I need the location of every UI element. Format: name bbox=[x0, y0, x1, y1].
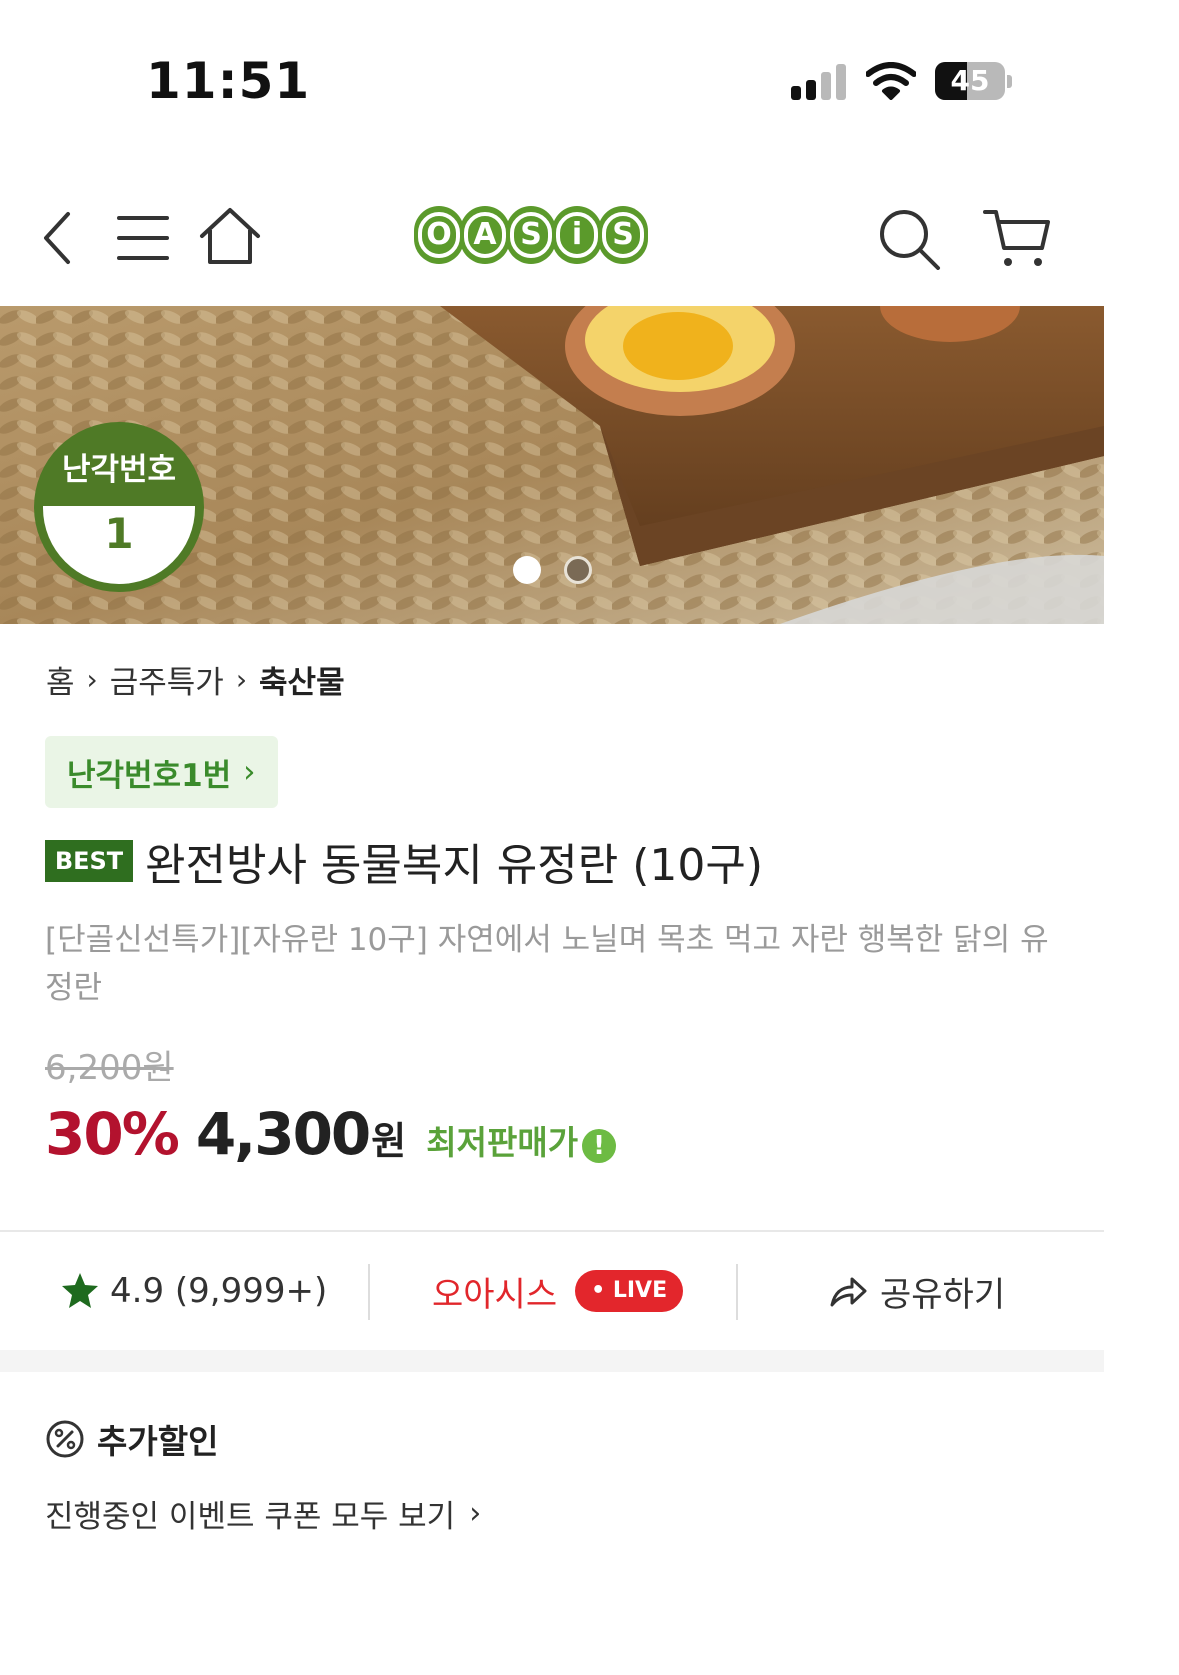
original-price: 6,200원 bbox=[45, 1048, 174, 1088]
best-badge: BEST bbox=[45, 840, 133, 882]
price-row: 30% 4,300 원 최저판매가 ! bbox=[45, 1100, 617, 1180]
star-icon bbox=[62, 1273, 98, 1308]
breadcrumb-separator: › bbox=[86, 662, 98, 696]
lowest-price-label: 최저판매가 bbox=[426, 1123, 579, 1162]
app-header: O A S i S bbox=[0, 170, 1104, 306]
currency-unit: 원 bbox=[371, 1119, 407, 1163]
logo-letter: S bbox=[602, 212, 644, 258]
vertical-divider bbox=[368, 1264, 370, 1320]
back-icon[interactable] bbox=[36, 206, 80, 270]
share-label: 공유하기 bbox=[880, 1274, 1006, 1315]
oasis-live-label: 오아시스 bbox=[432, 1274, 558, 1315]
shell-number-category-tag[interactable]: 난각번호1번 › bbox=[45, 736, 278, 808]
extra-discount-header: 추가할인 bbox=[45, 1414, 218, 1464]
logo-letter: O bbox=[418, 212, 460, 258]
oasis-logo[interactable]: O A S i S bbox=[414, 206, 692, 266]
status-time: 11:51 bbox=[146, 52, 311, 110]
breadcrumb-home[interactable]: 홈 bbox=[46, 657, 75, 702]
product-title-row: BEST 완전방사 동물복지 유정란 (10구) bbox=[45, 826, 763, 896]
shell-number-badge: 난각번호 1 bbox=[34, 422, 204, 592]
share-button[interactable]: 공유하기 bbox=[828, 1232, 1005, 1350]
breadcrumb-current[interactable]: 축산물 bbox=[259, 657, 345, 702]
share-icon bbox=[830, 1277, 867, 1307]
battery-percent: 45 bbox=[950, 64, 990, 97]
percent-icon bbox=[46, 1420, 84, 1458]
breadcrumb-weekly-deals[interactable]: 금주특가 bbox=[110, 657, 224, 702]
carousel-dot-active[interactable] bbox=[513, 556, 541, 584]
action-bar: 4.9 (9,999+) 오아시스 • LIVE 공유하기 bbox=[0, 1232, 1104, 1350]
cellular-signal-icon bbox=[791, 64, 851, 100]
menu-icon[interactable] bbox=[116, 206, 170, 270]
carousel-dot[interactable] bbox=[564, 556, 592, 584]
product-image-carousel[interactable]: 난각번호 1 bbox=[0, 306, 1104, 624]
discount-rate: 30% bbox=[45, 1100, 180, 1168]
rating-summary[interactable]: 4.9 (9,999+) bbox=[60, 1232, 327, 1350]
product-title: 완전방사 동물복지 유정란 (10구) bbox=[145, 840, 764, 891]
shell-number-value: 1 bbox=[43, 506, 195, 584]
chevron-right-icon: › bbox=[469, 1495, 482, 1531]
status-bar: 11:51 45 bbox=[0, 0, 1104, 160]
vertical-divider bbox=[736, 1264, 738, 1320]
breadcrumb: 홈 › 금주특가 › 축산물 bbox=[46, 656, 345, 702]
logo-letter: i bbox=[556, 212, 598, 258]
chevron-right-icon: › bbox=[243, 754, 256, 790]
live-badge: • LIVE bbox=[575, 1270, 684, 1312]
section-gap bbox=[0, 1350, 1104, 1372]
extra-discount-title: 추가할인 bbox=[97, 1422, 219, 1461]
wifi-icon bbox=[866, 62, 916, 100]
breadcrumb-separator: › bbox=[235, 662, 248, 696]
view-all-event-coupons-link[interactable]: 진행중인 이벤트 쿠폰 모두 보기 › bbox=[45, 1490, 481, 1536]
logo-letter: S bbox=[510, 212, 552, 258]
product-description: [단골신선특가][자유란 10구] 자연에서 노닐며 목초 먹고 자란 행복한 … bbox=[45, 922, 1049, 1006]
battery-icon: 45 bbox=[935, 62, 1013, 102]
rating-text: 4.9 (9,999+) bbox=[110, 1271, 328, 1311]
category-tag-label: 난각번호1번 bbox=[67, 757, 232, 794]
logo-letter: A bbox=[464, 212, 506, 258]
events-link-label: 진행중인 이벤트 쿠폰 모두 보기 bbox=[45, 1498, 456, 1535]
oasis-live-button[interactable]: 오아시스 • LIVE bbox=[432, 1232, 684, 1350]
cart-icon[interactable] bbox=[982, 206, 1050, 270]
sale-price: 4,300 bbox=[195, 1100, 371, 1168]
home-icon[interactable] bbox=[198, 206, 262, 270]
search-icon[interactable] bbox=[876, 206, 942, 270]
info-icon[interactable]: ! bbox=[582, 1129, 617, 1163]
shell-number-label: 난각번호 bbox=[61, 452, 177, 488]
